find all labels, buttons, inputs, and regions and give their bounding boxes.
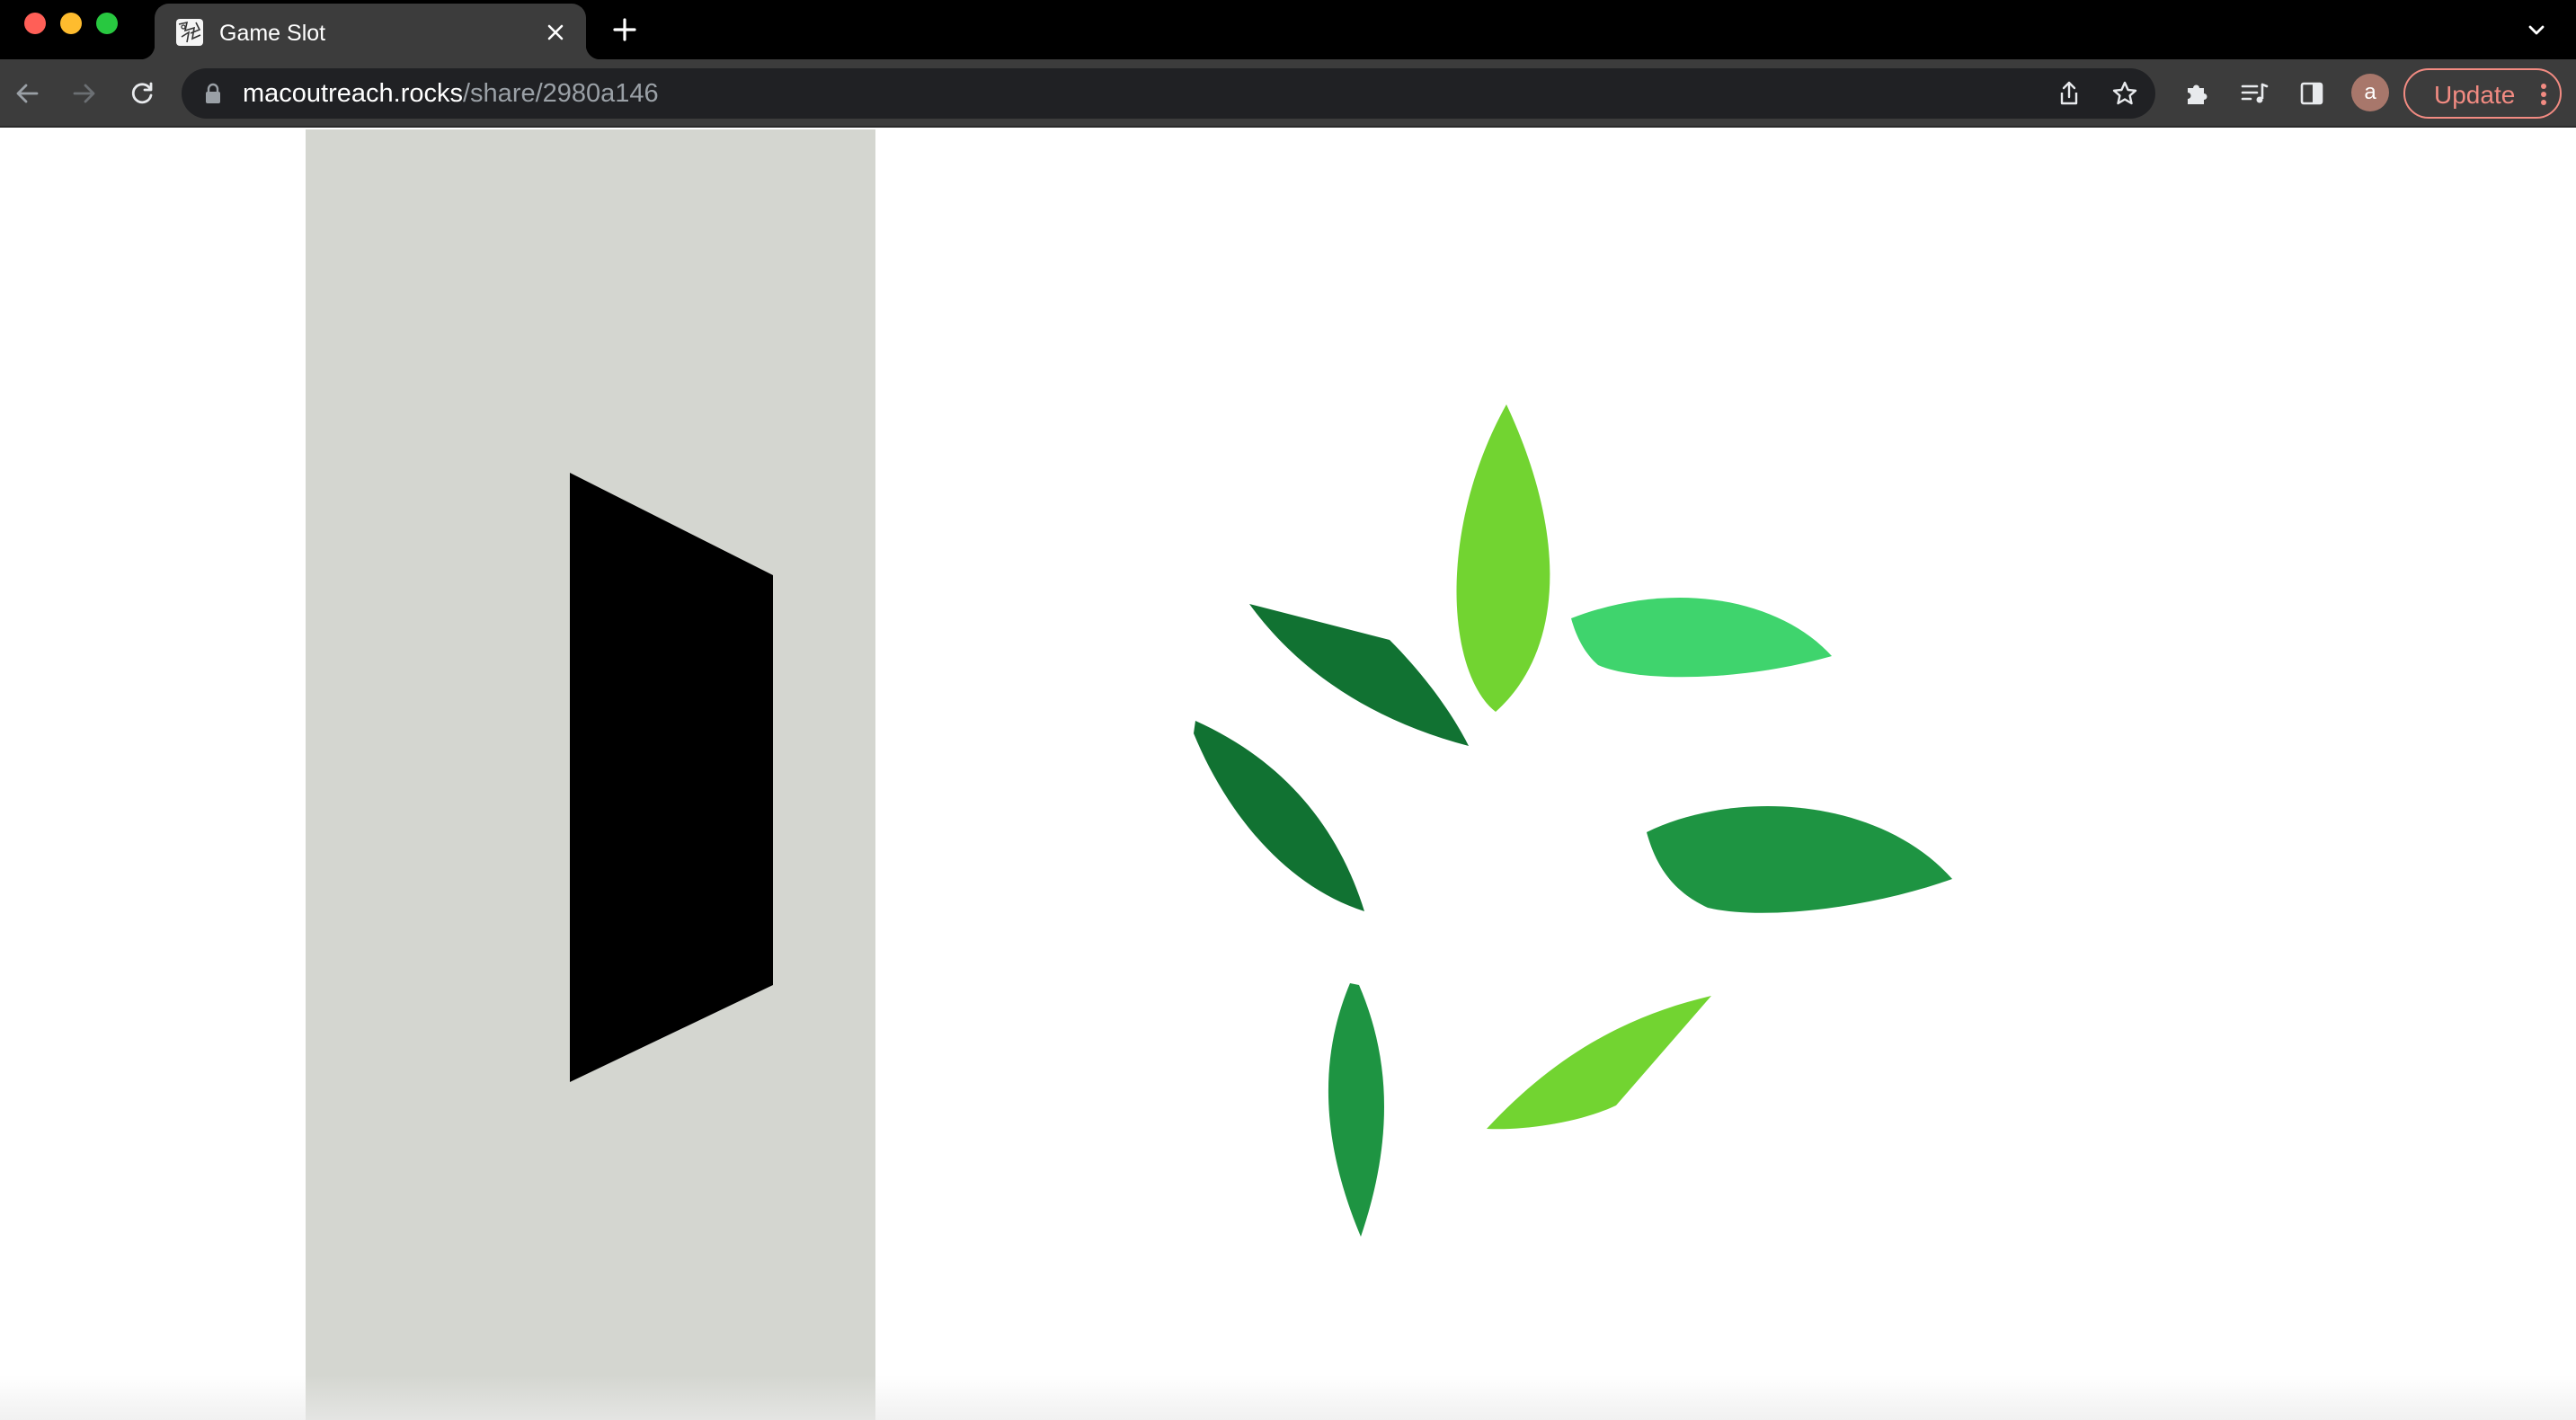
extensions-puzzle-icon[interactable] xyxy=(2177,74,2216,113)
bookmark-star-icon[interactable] xyxy=(2107,75,2143,111)
tab-strip: Game Slot xyxy=(0,0,2576,59)
url-text[interactable]: macoutreach.rocks/share/2980a146 xyxy=(243,80,659,107)
leaf-left-dark-green[interactable] xyxy=(1194,721,1364,911)
media-queue-icon[interactable] xyxy=(2234,74,2274,113)
back-arrow-icon[interactable] xyxy=(7,74,47,113)
url-path: /share/2980a146 xyxy=(463,79,659,108)
forward-arrow-icon[interactable] xyxy=(65,74,104,113)
share-icon[interactable] xyxy=(2051,75,2087,111)
sketch-favicon-icon xyxy=(176,19,203,46)
new-tab-plus-icon[interactable] xyxy=(608,13,642,47)
bottom-shadow xyxy=(0,1375,2576,1420)
leaf-top-light-green[interactable] xyxy=(1456,404,1550,712)
scene-shapes xyxy=(570,404,1952,1237)
page-canvas[interactable] xyxy=(0,129,2576,1420)
window-close-button[interactable] xyxy=(24,13,46,34)
window-minimize-button[interactable] xyxy=(60,13,82,34)
leaf-bottom-mid-green[interactable] xyxy=(1328,983,1384,1237)
browser-toolbar: macoutreach.rocks/share/2980a146 a Updat… xyxy=(0,59,2576,128)
lock-icon[interactable] xyxy=(203,83,223,104)
url-host: macoutreach.rocks xyxy=(243,79,463,108)
profile-avatar[interactable]: a xyxy=(2351,74,2389,111)
leaf-upper-left-dark-green[interactable] xyxy=(1249,604,1469,746)
leaf-bottom-light-green[interactable] xyxy=(1487,996,1711,1130)
tab-game-slot[interactable]: Game Slot xyxy=(140,4,600,59)
more-menu-icon[interactable] xyxy=(2540,83,2547,106)
leaf-right-mint-green[interactable] xyxy=(1571,598,1832,678)
address-bar[interactable]: macoutreach.rocks/share/2980a146 xyxy=(182,68,2155,119)
close-icon[interactable] xyxy=(541,18,570,47)
window-zoom-button[interactable] xyxy=(96,13,118,34)
tab-title: Game Slot xyxy=(219,21,326,46)
leaf-right-mid-green[interactable] xyxy=(1647,806,1952,913)
chevron-down-icon[interactable] xyxy=(2518,13,2554,49)
black-door-shape[interactable] xyxy=(570,473,773,1082)
update-label: Update xyxy=(2434,81,2516,109)
reload-icon[interactable] xyxy=(122,74,162,113)
browser-window: Game Slot macoutreach.rocks/share/2980a1… xyxy=(0,0,2576,1420)
update-button[interactable]: Update xyxy=(2403,68,2562,119)
side-panel-icon[interactable] xyxy=(2292,74,2332,113)
